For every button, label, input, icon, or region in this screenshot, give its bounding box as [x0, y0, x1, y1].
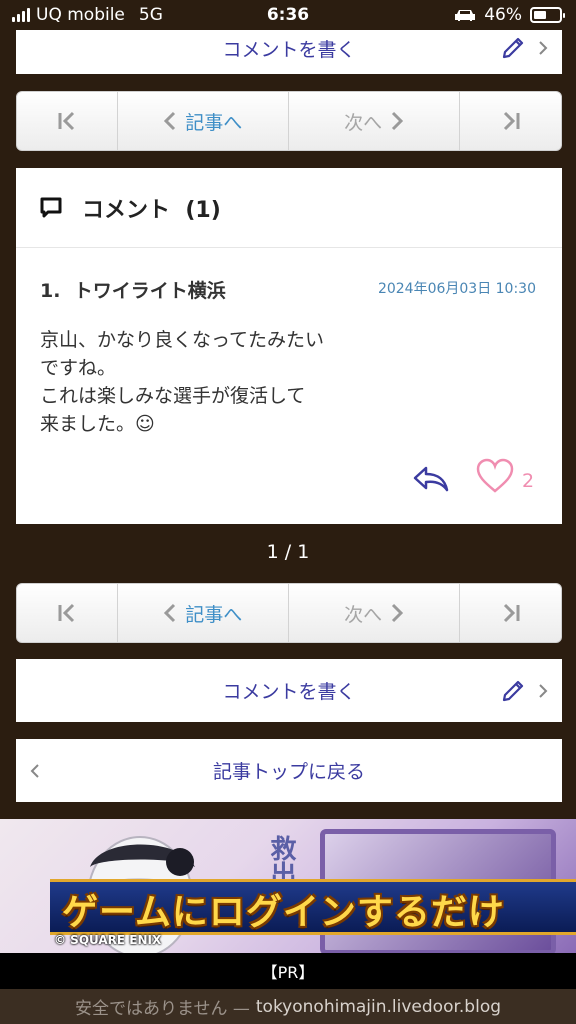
heart-icon[interactable] [476, 458, 514, 494]
first-page-icon [58, 603, 74, 623]
next-label: 次へ [344, 603, 383, 626]
url-domain: tokyonohimajin.livedoor.blog [255, 996, 502, 1017]
last-page-button[interactable] [460, 584, 561, 642]
chevron-left-icon [164, 603, 176, 623]
comments-title: コメント [82, 197, 171, 223]
next-button[interactable]: 次へ [289, 584, 461, 642]
comment-body: 京山、かなり良くなってたみたい ですね。 これは楽しみな選手が復活して 来ました… [40, 326, 324, 438]
ad-headline: ゲームにログインするだけ [62, 892, 505, 933]
comments-header: コメント (1) [16, 168, 562, 248]
ad-banner[interactable]: 救出さ ゲームにログインするだけ © SQUARE ENIX [0, 819, 576, 953]
pager-bottom: 記事へ 次へ [16, 583, 562, 643]
status-bar: UQ mobile 5G 6:36 46% [0, 0, 576, 30]
write-comment-button-top[interactable]: コメントを書く [16, 30, 562, 74]
comment-line: これは楽しみな選手が復活して [40, 385, 306, 407]
comments-count: (1) [185, 197, 221, 223]
comments-section: コメント (1) 1. トワイライト横浜 2024年06月03日 10:30 京… [16, 168, 562, 524]
first-page-button[interactable] [17, 584, 118, 642]
last-page-icon [503, 111, 520, 131]
next-label: 次へ [344, 111, 383, 134]
chevron-right-icon [392, 111, 404, 131]
write-comment-label: コメントを書く [222, 38, 356, 61]
comment-author: 1. トワイライト横浜 [40, 276, 226, 303]
write-comment-button-bottom[interactable]: コメントを書く [16, 659, 562, 722]
prev-article-label: 記事へ [185, 603, 243, 626]
comment-number: 1. [40, 280, 61, 302]
last-page-button[interactable] [460, 92, 561, 150]
prev-article-button[interactable]: 記事へ [118, 92, 289, 150]
reply-icon[interactable] [412, 464, 450, 494]
comment-date: 2024年06月03日 10:30 [377, 281, 536, 297]
chevron-right-icon [539, 683, 548, 698]
first-page-button[interactable] [17, 92, 118, 150]
chevron-right-icon [539, 41, 548, 55]
comment-line: ですね。 [40, 357, 117, 379]
pager-top: 記事へ 次へ [16, 91, 562, 151]
ad-copyright: © SQUARE ENIX [54, 933, 162, 947]
pencil-icon [502, 680, 524, 701]
comment-line: 来ました。☺ [40, 413, 155, 435]
battery-percent: 46% [484, 5, 522, 25]
page-indicator: 1 / 1 [266, 541, 310, 563]
back-to-article-button[interactable]: 記事トップに戻る [16, 739, 562, 802]
battery-icon [530, 7, 565, 23]
back-to-article-label: 記事トップに戻る [212, 761, 365, 783]
prev-article-label: 記事へ [185, 111, 243, 134]
comment-author-name: トワイライト横浜 [73, 280, 226, 302]
car-icon [455, 10, 476, 21]
write-comment-label: コメントを書く [222, 681, 356, 703]
chevron-left-icon [30, 763, 39, 778]
last-page-icon [503, 603, 520, 623]
address-bar[interactable]: 安全ではありません — tokyonohimajin.livedoor.blog [0, 989, 576, 1024]
prev-article-button[interactable]: 記事へ [118, 584, 289, 642]
comment-bubble-icon [40, 197, 62, 217]
security-warning: 安全ではありません — [74, 999, 250, 1019]
chevron-left-icon [164, 111, 176, 131]
pr-label: 【PR】 [0, 953, 576, 989]
comment-line: 京山、かなり良くなってたみたい [40, 329, 325, 351]
pencil-icon [502, 37, 524, 59]
next-button[interactable]: 次へ [289, 92, 461, 150]
like-count: 2 [522, 470, 535, 492]
first-page-icon [58, 111, 74, 131]
chevron-right-icon [392, 603, 404, 623]
